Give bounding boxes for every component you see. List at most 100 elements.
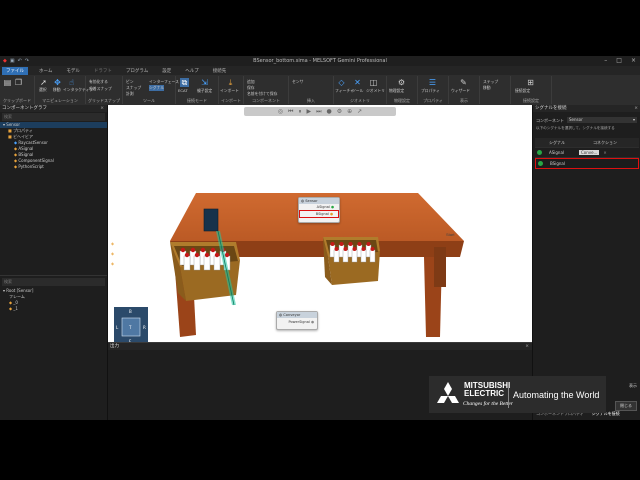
tree-item-1[interactable]: ◆ _1 — [0, 306, 107, 312]
import-button[interactable]: インポート — [220, 88, 239, 94]
table-row[interactable]: ASignal Conve... ✕ — [535, 148, 639, 158]
set-child-button[interactable]: 親子設定 — [197, 88, 212, 94]
port-bsignal[interactable]: BSignal ● — [299, 210, 339, 218]
ribbon-group-properties: ☰ プロパティ プロパティ — [418, 76, 449, 104]
copy-icon[interactable]: ❐ — [14, 78, 23, 87]
wizard-icon[interactable]: ✎ — [459, 78, 468, 87]
grid-enable-checkbox[interactable]: 有効化する — [89, 79, 108, 85]
port-dot-icon[interactable]: ● — [329, 212, 333, 216]
ecat-button[interactable]: ECAT — [178, 88, 188, 93]
navcube-back[interactable]: B — [129, 309, 132, 314]
lower-search-input[interactable]: 検索 — [2, 278, 105, 286]
ribbon: ▤ ❐ クリップボード ➚ 選択 ✥ 移動 ☝ インタラクティブ マニピュレーシ… — [0, 75, 640, 106]
measure-button[interactable]: 計測 — [126, 91, 134, 97]
table-header: シグナル コネクション — [535, 138, 639, 148]
import-icon[interactable]: ⤓ — [226, 78, 235, 87]
properties-icon[interactable]: ☰ — [428, 78, 437, 87]
tree-label: プロパティ — [13, 128, 33, 133]
slogan: Automating the World — [513, 390, 600, 400]
move2-button[interactable]: 移動 — [483, 85, 491, 91]
menu-help[interactable]: ヘルプ — [182, 68, 202, 74]
gizmo-icon[interactable]: ◈ — [111, 241, 115, 246]
group-label: 接続モード — [187, 98, 207, 103]
ribbon-group-display: ✎ ウィザード 表示 — [449, 76, 480, 104]
group-label: グリッドスナップ — [88, 98, 120, 103]
component-graph-panel: コンポーネントグラフ × 検索 ▾ Sensor ■ プロパティ ■ ビヘイビア… — [0, 105, 108, 420]
group-label: 挿入 — [307, 98, 315, 103]
signal-button[interactable]: シグナル — [149, 85, 165, 91]
snap-checkbox[interactable]: 吸着スナップ — [89, 86, 112, 92]
output-header: 出力 × — [108, 343, 532, 350]
ribbon-group-grid-snap: 有効化する 吸着スナップ グリッドスナップ — [86, 76, 123, 104]
close-icon[interactable]: × — [525, 343, 529, 350]
tree-label: ASignal — [18, 146, 34, 151]
wizard-button[interactable]: ウィザード — [451, 88, 470, 94]
menu-program[interactable]: プログラム — [123, 68, 151, 74]
connect-signal-title: シグナルを接続 — [535, 106, 567, 111]
menu-file[interactable]: ファイル — [2, 66, 28, 75]
port-dot-icon[interactable]: ● — [310, 320, 314, 324]
close-icon[interactable]: × — [631, 57, 636, 64]
ribbon-group-physics: ⚙ 物理設定 物理設定 — [387, 76, 418, 104]
ribbon-group-component: 追加 保存 名前を付けて保存 コンポーネント — [244, 76, 289, 104]
tree-label: Sensor — [6, 122, 20, 127]
close-icon[interactable]: × — [634, 105, 638, 112]
select-button[interactable]: 選択 — [39, 87, 47, 93]
scene: Start ◈ ◈ ◈ B T L R F — [111, 193, 464, 342]
menu-model[interactable]: モデル — [63, 68, 83, 74]
sensor-node-title: Sensor — [305, 199, 318, 203]
mitsubishi-diamonds-icon — [437, 382, 459, 403]
conveyor-node[interactable]: ◍ Conveyor PowerSignal ● — [276, 311, 318, 330]
menu-draft[interactable]: ドラフト — [91, 68, 115, 74]
lower-tree-panel: 検索 ▾ Root [Sensor] フレーム ◆ _0 ◆ _1 — [0, 275, 107, 312]
ribbon-group-tools: ピン スナップ 計測 インターフェース シグナル ツール — [123, 76, 179, 104]
start-label: Start — [446, 232, 455, 237]
component-select[interactable]: Sensor ▾ — [567, 117, 637, 123]
properties-button[interactable]: プロパティ — [421, 88, 440, 94]
sensor-button[interactable]: センサ — [292, 79, 303, 85]
tool-icon[interactable]: ✕ — [353, 78, 362, 87]
nav-cube[interactable]: B T L R F — [114, 307, 148, 342]
move-icon[interactable]: ✥ — [53, 78, 62, 87]
menu-connect[interactable]: 接続先 — [210, 68, 230, 74]
connection-settings-icon[interactable]: ⊞ — [526, 78, 535, 87]
sensor-node[interactable]: ◍ Sensor ASignal ● BSignal ● — [298, 197, 340, 223]
close-icon[interactable]: × — [100, 105, 104, 112]
port-powersignal[interactable]: PowerSignal ● — [277, 318, 317, 326]
select-icon[interactable]: ➚ — [39, 78, 48, 87]
menu-home[interactable]: ホーム — [36, 68, 55, 74]
3d-viewport[interactable]: ◎ ⏮ ⏸ ▶ ⏭ ● ⚙ ⊕ ↗ Start ◈ ◈ ◈ B T L R F … — [108, 105, 532, 342]
geometry-icon[interactable]: ◫ — [369, 78, 378, 87]
connection-settings-button[interactable]: 接続設定 — [515, 88, 530, 94]
interactive-icon[interactable]: ☝ — [67, 78, 76, 87]
physics-settings-button[interactable]: 物理設定 — [389, 88, 404, 94]
display-label[interactable]: 表示 — [629, 383, 637, 389]
table-row-selected[interactable]: BSignal — [535, 158, 639, 169]
gizmo-icon[interactable]: ◈ — [111, 261, 115, 266]
delete-icon[interactable]: ✕ — [603, 150, 606, 155]
tree-item-python[interactable]: ◆ PythonScript — [0, 164, 107, 170]
geometry-button[interactable]: ジオメトリ — [366, 88, 385, 94]
port-dot-icon[interactable]: ● — [330, 205, 334, 209]
group-label: 物理設定 — [394, 98, 410, 103]
tool-button[interactable]: ツール — [352, 88, 363, 94]
search-input[interactable]: 検索 — [2, 113, 105, 121]
feature-icon[interactable]: ◇ — [337, 78, 346, 87]
save-as-button[interactable]: 名前を付けて保存 — [247, 91, 277, 97]
close-button[interactable]: 閉じる — [615, 401, 637, 411]
navcube-top[interactable]: T — [128, 325, 132, 330]
menu-settings[interactable]: 設定 — [159, 68, 174, 74]
move-button[interactable]: 移動 — [53, 87, 61, 93]
gizmo-icon[interactable]: ◈ — [111, 251, 115, 256]
set-child-icon[interactable]: ⇲ — [200, 78, 209, 87]
ecat-icon[interactable]: ⧉ — [180, 78, 189, 87]
connection-value[interactable]: Conve... — [579, 150, 600, 155]
paste-icon[interactable]: ▤ — [3, 78, 12, 87]
navcube-right[interactable]: R — [143, 325, 146, 330]
chevron-down-icon[interactable]: ▾ — [633, 117, 635, 123]
tree-label: BSignal — [18, 152, 34, 157]
physics-gear-icon[interactable]: ⚙ — [397, 78, 406, 87]
connect-signal-panel: シグナルを接続 × コンポーネント Sensor ▾ 以下のシグナルを選択して、… — [532, 105, 640, 420]
maximize-icon[interactable]: □ — [616, 57, 622, 64]
minimize-icon[interactable]: – — [604, 57, 607, 64]
